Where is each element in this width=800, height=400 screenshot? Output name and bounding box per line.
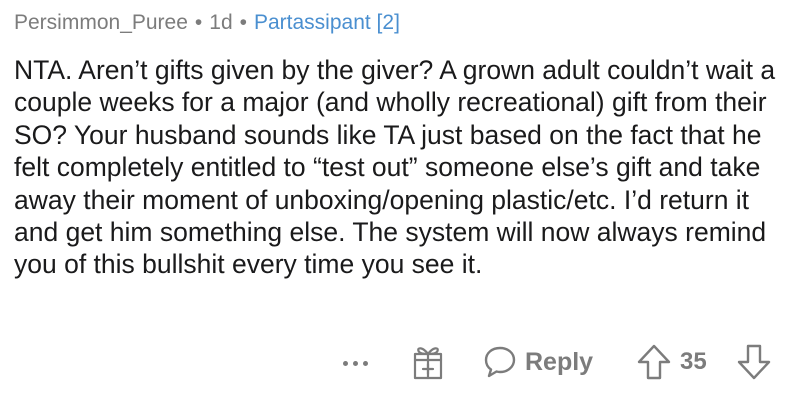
arrow-up-icon [637,344,671,380]
meta-separator: • [239,11,247,34]
gift-icon [413,347,443,380]
comment-age: 1d [209,11,233,34]
comment-action-bar: Reply 35 [0,340,800,390]
more-options-button[interactable] [331,348,379,378]
comment: Persimmon_Puree • 1d • Partassipant [2] NTA.… [0,0,800,400]
ellipsis-icon [342,360,348,366]
speech-bubble-icon [484,346,516,378]
downvote-button[interactable] [736,343,772,381]
arrow-down-icon [737,344,771,380]
vote-score: 35 [680,348,707,375]
meta-separator: • [194,11,203,34]
comment-meta: Persimmon_Puree • 1d • Partassipant [2] [14,10,400,36]
reply-label: Reply [525,347,594,376]
give-award-button[interactable] [409,342,447,382]
author-username[interactable]: Persimmon_Puree [14,11,188,34]
user-flair: Partassipant [2] [253,11,400,34]
comment-body: NTA. Aren’t gifts given by the giver? A … [14,55,776,280]
upvote-button[interactable] [636,343,672,381]
reply-button[interactable]: Reply [482,342,593,382]
